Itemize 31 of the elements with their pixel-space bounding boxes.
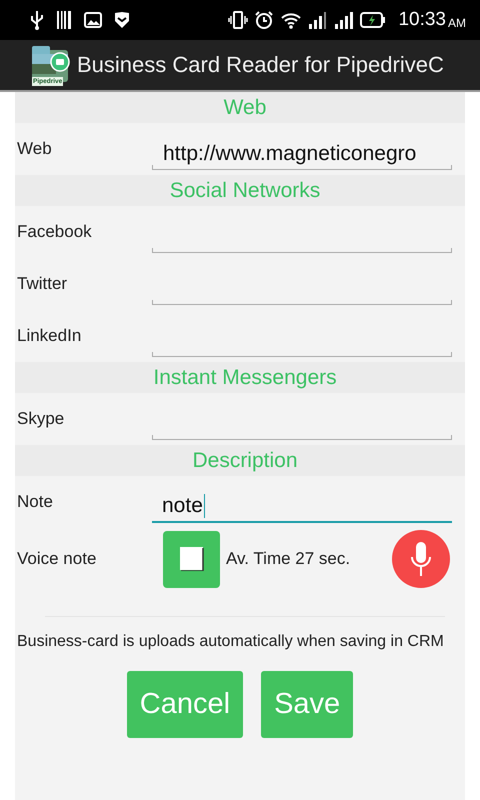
microphone-icon: [410, 542, 432, 576]
section-header: Social Networks: [15, 175, 465, 206]
field-label: LinkedIn: [16, 326, 82, 346]
field-label: Note: [16, 492, 54, 512]
wifi-icon: [280, 11, 302, 29]
input-field[interactable]: note: [152, 491, 452, 523]
vibrate-icon: [228, 10, 248, 30]
notice-text: Business-card is uploads automatically when saving in CRM: [16, 632, 445, 652]
status-time: 10:33: [398, 9, 446, 31]
image-icon: [84, 12, 102, 28]
section-header: Description: [15, 445, 465, 476]
signal-icon: [308, 11, 328, 29]
section-header: Instant Messengers: [15, 362, 465, 393]
field-label: Web: [16, 139, 53, 159]
app-title: Business Card Reader for PipedriveC: [77, 52, 444, 78]
field-label: Facebook: [16, 222, 93, 242]
average-time-text: Av. Time 27 sec.: [226, 549, 352, 569]
stop-icon: [180, 547, 204, 571]
barcode-icon: [56, 10, 72, 30]
field-label: Voice note: [16, 549, 98, 569]
alarm-icon: [254, 10, 274, 30]
section-header: Web: [15, 92, 465, 123]
battery-icon: [360, 12, 386, 28]
usb-icon: [30, 10, 44, 30]
field-label: Twitter: [16, 274, 68, 294]
stop-button[interactable]: [163, 530, 220, 588]
field-label: Skype: [16, 409, 66, 429]
status-ampm: AM: [448, 16, 466, 30]
signal-icon: [334, 11, 354, 29]
app-logo-icon: [30, 44, 70, 84]
shield-icon: [114, 11, 130, 29]
